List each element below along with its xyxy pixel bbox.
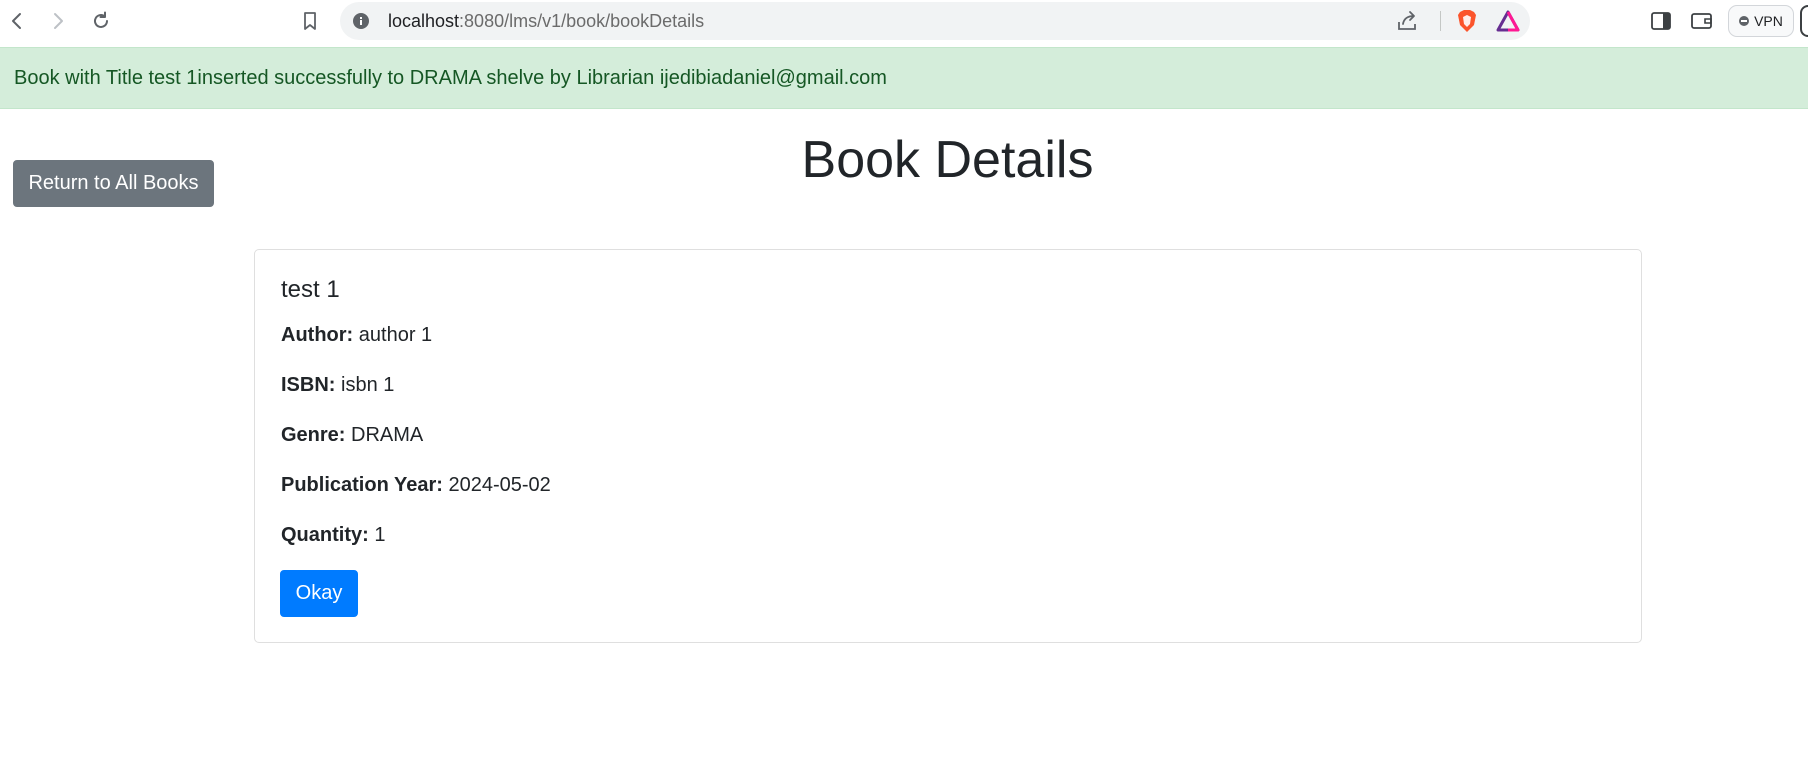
brave-rewards-icon[interactable]: [1495, 8, 1521, 34]
site-info-icon[interactable]: [348, 8, 374, 34]
book-details-card: test 1 Author: author 1 ISBN: isbn 1 Gen…: [254, 249, 1642, 643]
url-text: localhost:8080/lms/v1/book/bookDetails: [388, 11, 704, 32]
quantity-label: Quantity:: [281, 524, 369, 546]
book-title: test 1: [281, 276, 340, 303]
page-title: Book Details: [801, 131, 1094, 189]
isbn-value: isbn 1: [341, 374, 395, 396]
profile-button[interactable]: [1800, 5, 1808, 37]
browser-toolbar: localhost:8080/lms/v1/book/bookDetails V…: [0, 0, 1808, 47]
bookmark-icon[interactable]: [297, 8, 323, 34]
quantity-field: Quantity: 1: [281, 524, 385, 547]
vpn-label: VPN: [1754, 13, 1783, 29]
address-bar[interactable]: localhost:8080/lms/v1/book/bookDetails: [340, 2, 1530, 40]
brave-shield-icon[interactable]: [1454, 8, 1480, 34]
sidebar-icon[interactable]: [1648, 8, 1674, 34]
forward-icon[interactable]: [45, 8, 71, 34]
omnibox-divider: [1440, 11, 1441, 31]
success-alert: Book with Title test 1inserted successfu…: [0, 47, 1808, 109]
author-field: Author: author 1: [281, 324, 432, 347]
author-label: Author:: [281, 324, 354, 346]
url-host: localhost: [388, 11, 460, 31]
url-path: :8080/lms/v1/book/bookDetails: [459, 11, 705, 31]
genre-field: Genre: DRAMA: [281, 424, 423, 447]
publication-year-label: Publication Year:: [281, 474, 443, 496]
back-icon[interactable]: [4, 8, 30, 34]
publication-year-value: 2024-05-02: [448, 474, 551, 496]
vpn-button[interactable]: VPN: [1728, 5, 1794, 37]
wallet-icon[interactable]: [1689, 8, 1715, 34]
vpn-status-icon: [1739, 16, 1750, 26]
share-icon[interactable]: [1394, 8, 1420, 34]
quantity-value: 1: [374, 524, 386, 546]
reload-icon[interactable]: [88, 8, 114, 34]
alert-message: Book with Title test 1inserted successfu…: [14, 67, 887, 89]
isbn-label: ISBN:: [281, 374, 336, 396]
genre-label: Genre:: [281, 424, 346, 446]
author-value: author 1: [358, 324, 433, 346]
publication-year-field: Publication Year: 2024-05-02: [281, 474, 551, 497]
isbn-field: ISBN: isbn 1: [281, 374, 394, 397]
okay-button[interactable]: Okay: [280, 570, 358, 617]
genre-value: DRAMA: [351, 424, 424, 446]
